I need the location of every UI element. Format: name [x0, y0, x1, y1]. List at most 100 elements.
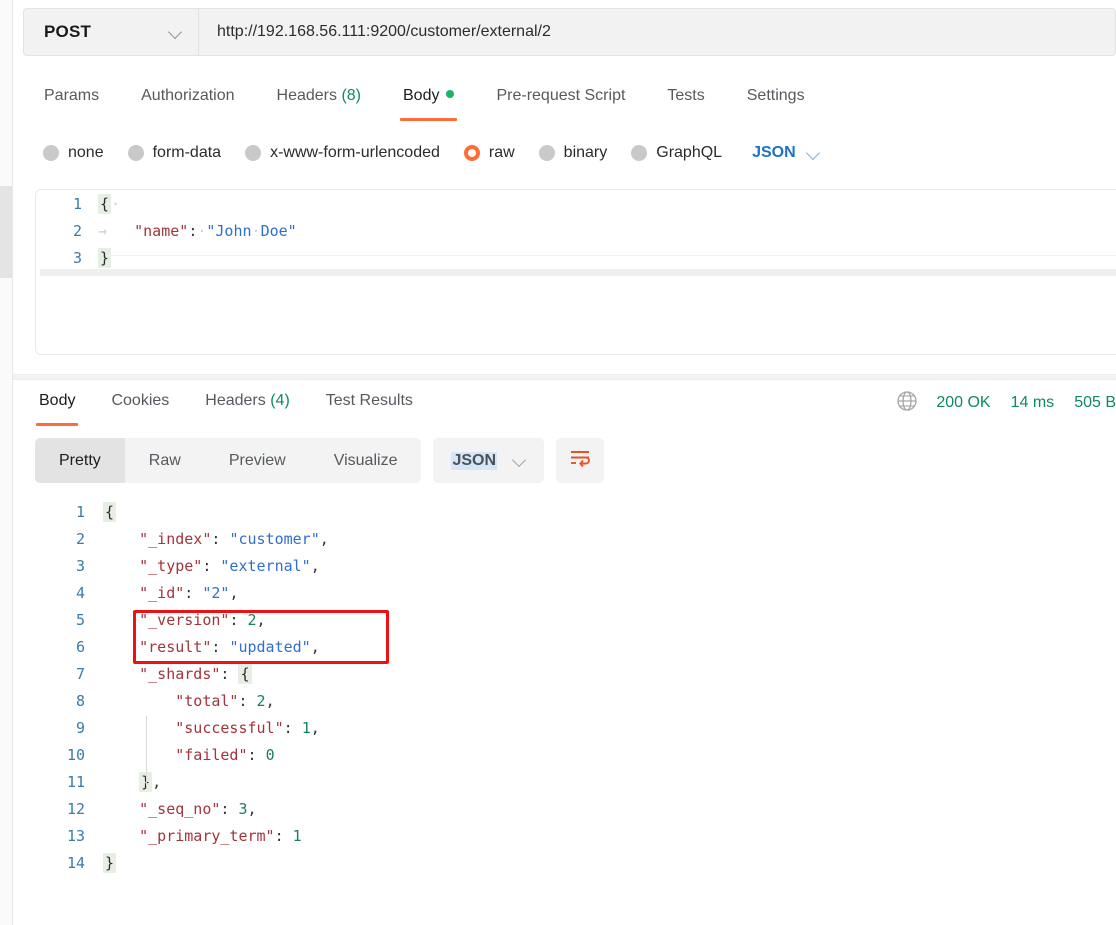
response-tab-cookies[interactable]: Cookies: [93, 384, 187, 426]
line-number: 4: [75, 583, 85, 602]
code-line: 14}: [13, 849, 1116, 876]
code-line: 9 "successful": 1,: [13, 714, 1116, 741]
request-tab-authorization[interactable]: Authorization: [120, 78, 255, 121]
line-number: 3: [75, 556, 85, 575]
response-tab-test-results[interactable]: Test Results: [308, 384, 431, 426]
tab-label: Tests: [667, 87, 705, 104]
radio-label: x-www-form-urlencoded: [270, 144, 440, 161]
radio-icon: [631, 145, 648, 161]
tab-label: Settings: [746, 87, 805, 104]
code-line: 1 {·: [36, 190, 1116, 217]
body-type-radio-graphql[interactable]: GraphQL: [631, 144, 722, 162]
response-tab-body[interactable]: Body: [21, 384, 93, 426]
code-line-text: }: [98, 247, 112, 268]
request-tab-headers[interactable]: Headers (8): [256, 78, 382, 121]
line-number: 6: [75, 637, 85, 656]
raw-format-label: JSON: [752, 144, 796, 161]
radio-label: binary: [563, 144, 608, 161]
line-number: 13: [66, 826, 85, 845]
body-type-radio-raw[interactable]: raw: [463, 144, 515, 162]
tab-label: Headers: [276, 87, 337, 104]
code-line-text: "_shards": {: [139, 663, 252, 684]
radio-label: raw: [488, 144, 515, 161]
body-type-radio-none[interactable]: none: [43, 144, 104, 162]
code-line-text: "_primary_term": 1: [139, 826, 302, 845]
radio-icon: [463, 145, 480, 161]
tab-label: Cookies: [111, 392, 170, 409]
response-time-label: 14 ms: [1010, 394, 1055, 411]
request-tab-tests[interactable]: Tests: [646, 78, 725, 121]
line-number: 14: [66, 853, 85, 872]
request-tab-body[interactable]: Body: [382, 78, 475, 121]
response-view-mode-group: Pretty Raw Preview Visualize: [35, 438, 422, 483]
request-tabs: Params Authorization Headers (8) Body Pre-re…: [23, 78, 1116, 121]
http-method-selector[interactable]: POST: [23, 8, 198, 56]
line-number: 2: [75, 529, 85, 548]
response-format-selector[interactable]: JSON: [433, 438, 545, 483]
request-code-area: 1 {· 2 → "name":·"John·Doe" 3}: [36, 190, 1116, 271]
code-line-text: "_version": 2,: [139, 610, 266, 629]
code-line-text: "_index": "customer",: [139, 529, 329, 548]
code-line: 7 "_shards": {: [13, 660, 1116, 687]
response-tab-headers[interactable]: Headers (4): [187, 384, 307, 426]
body-type-radio-x-www-form-urlencoded[interactable]: x-www-form-urlencoded: [245, 144, 440, 162]
response-panel: Body Cookies Headers (4) Test Results 200 O…: [13, 380, 1116, 925]
code-line: 13 "_primary_term": 1: [13, 822, 1116, 849]
line-number: 7: [75, 664, 85, 683]
body-modified-dot-icon: [446, 90, 455, 98]
wrap-lines-button[interactable]: [556, 438, 605, 483]
tab-label: Test Results: [325, 392, 413, 409]
code-line-text: "failed": 0: [175, 745, 275, 764]
request-tab-pre-request-script[interactable]: Pre-request Script: [475, 78, 646, 121]
tab-label: Body: [39, 392, 76, 409]
line-number: 1: [75, 502, 85, 521]
indent-guide: [146, 716, 147, 786]
line-number: 5: [75, 610, 85, 629]
response-status-group: 200 OK 14 ms 505 B: [896, 388, 1116, 418]
view-mode-preview[interactable]: Preview: [205, 438, 310, 483]
tab-count: (4): [265, 392, 290, 409]
left-rail: [0, 0, 13, 925]
status-code-label: 200 OK: [936, 394, 991, 411]
code-line: 12 "_seq_no": 3,: [13, 795, 1116, 822]
vertical-scrollbar-thumb[interactable]: [0, 186, 12, 278]
code-line-text: "total": 2,: [175, 691, 275, 710]
code-line: 5 "_version": 2,: [13, 606, 1116, 633]
line-number: 12: [66, 799, 85, 818]
body-type-radio-binary[interactable]: binary: [538, 144, 608, 162]
request-editor-horizontal-scrollbar[interactable]: [40, 269, 1116, 276]
code-line-text: {·: [98, 193, 121, 214]
raw-format-selector[interactable]: JSON: [752, 144, 820, 162]
request-tab-settings[interactable]: Settings: [726, 78, 826, 121]
line-number: 9: [75, 718, 85, 737]
view-mode-pretty[interactable]: Pretty: [35, 438, 125, 483]
view-mode-visualize[interactable]: Visualize: [310, 438, 422, 483]
code-line: 11 },: [13, 768, 1116, 795]
line-number: 10: [66, 745, 85, 764]
chevron-down-icon: [169, 26, 182, 39]
view-mode-raw[interactable]: Raw: [125, 438, 205, 483]
code-line-text: "_id": "2",: [139, 583, 239, 602]
radio-label: none: [68, 144, 104, 161]
code-line: 6 "result": "updated",: [13, 633, 1116, 660]
editor-line-separator: [106, 255, 1116, 256]
body-type-radio-form-data[interactable]: form-data: [127, 144, 221, 162]
tab-label: Headers: [205, 392, 266, 409]
tab-label: Params: [44, 87, 100, 104]
response-body-code[interactable]: 1{2 "_index": "customer", 3 "_type": "ext…: [13, 498, 1116, 918]
tab-label: Authorization: [141, 87, 235, 104]
code-line-text: "_seq_no": 3,: [139, 799, 257, 818]
url-input[interactable]: http://192.168.56.111:9200/customer/exte…: [198, 8, 1116, 56]
response-view-toolbar: Pretty Raw Preview Visualize JSON: [35, 438, 605, 483]
code-line-text: }: [103, 852, 117, 873]
code-line-text: "successful": 1,: [175, 718, 320, 737]
http-method-label: POST: [44, 22, 92, 41]
url-bar: POST http://192.168.56.111:9200/customer…: [23, 8, 1116, 56]
code-line-text: "result": "updated",: [139, 637, 320, 656]
chevron-down-icon: [513, 454, 526, 467]
request-tab-params[interactable]: Params: [23, 78, 120, 121]
code-line-text: "_type": "external",: [139, 556, 320, 575]
postman-window: POST http://192.168.56.111:9200/customer…: [0, 0, 1116, 925]
line-number: 11: [66, 772, 85, 791]
response-tabs: Body Cookies Headers (4) Test Results: [21, 384, 431, 426]
